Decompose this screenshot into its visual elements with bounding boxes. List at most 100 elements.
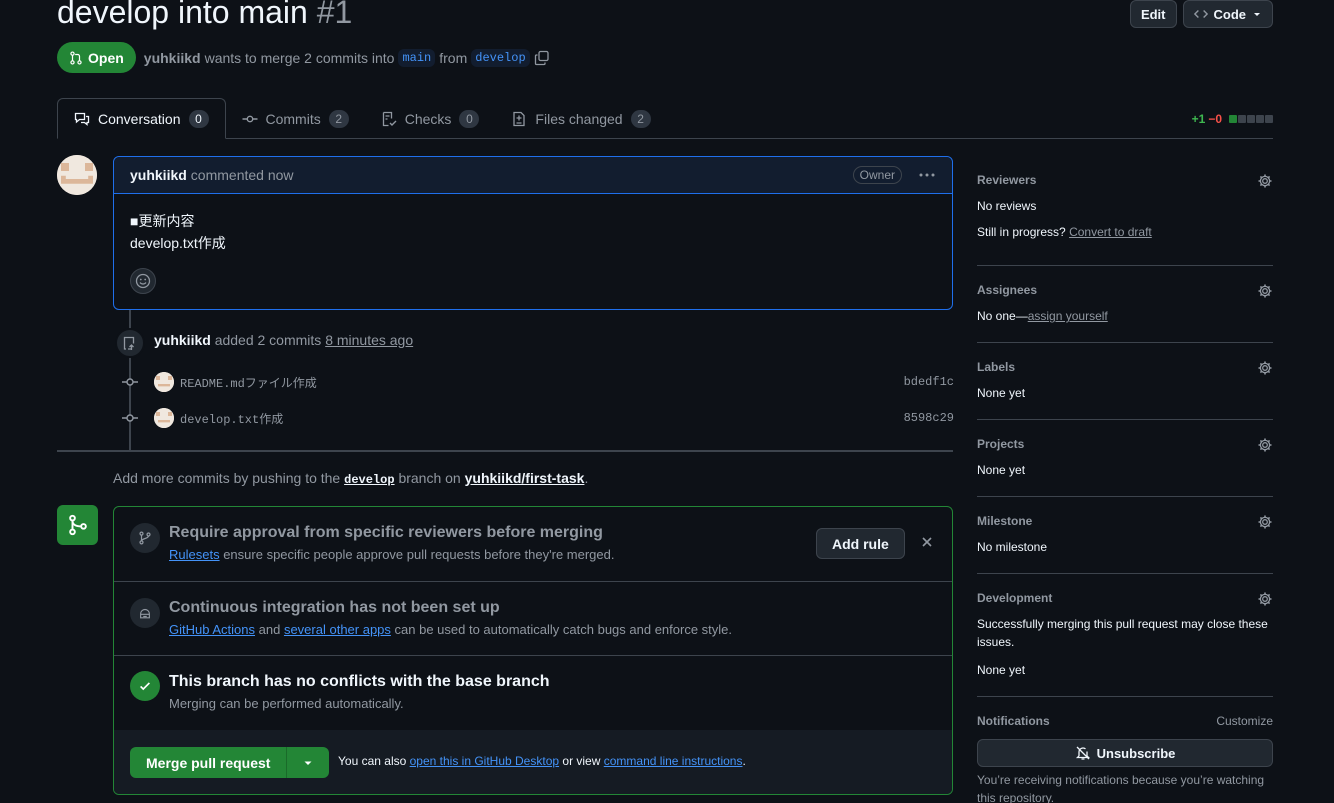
diffstat-additions: +1	[1191, 112, 1206, 126]
diffstat-square	[1247, 115, 1255, 123]
milestone-value: No milestone	[977, 540, 1048, 554]
ci-sub-text: can be used to automatically catch bugs …	[394, 622, 733, 637]
push-note-branch[interactable]: develop	[344, 473, 394, 487]
sidebar-heading[interactable]: Projects	[977, 437, 1024, 451]
github-desktop-link[interactable]: open this in GitHub Desktop	[410, 754, 559, 768]
ci-section: Continuous integration has not been set …	[114, 582, 952, 656]
commit-message[interactable]: develop.txt作成	[180, 410, 283, 427]
assign-yourself-link[interactable]: assign yourself	[1028, 309, 1108, 323]
draft-prefix: Still in progress?	[977, 225, 1066, 239]
customize-link[interactable]: Customize	[1216, 714, 1273, 728]
merge-pull-request-button[interactable]: Merge pull request	[130, 747, 288, 778]
avatar[interactable]	[154, 372, 174, 392]
base-branch[interactable]: main	[398, 48, 436, 67]
add-rule-button[interactable]: Add rule	[816, 528, 905, 559]
commit-sha[interactable]: bdedf1c	[904, 375, 954, 389]
smiley-icon	[135, 273, 151, 289]
comment-action[interactable]: commented now	[191, 167, 294, 183]
event-actor[interactable]: yuhkiikd	[154, 332, 211, 348]
sidebar-development: Development Successfully merging this pu…	[977, 574, 1273, 697]
event-time[interactable]: 8 minutes ago	[325, 332, 413, 348]
tab-checks[interactable]: Checks 0	[365, 98, 496, 139]
commit-row: README.mdファイル作成 bdedf1c	[122, 371, 954, 393]
edit-button[interactable]: Edit	[1129, 0, 1177, 28]
gear-icon[interactable]	[1257, 283, 1273, 299]
commit-sha[interactable]: 8598c29	[904, 411, 954, 425]
conflict-subtitle: Merging can be performed automatically.	[169, 696, 404, 711]
labels-value: None yet	[977, 386, 1026, 400]
push-note-prefix: Add more commits by pushing to the	[113, 470, 341, 486]
check-circle-icon	[130, 671, 160, 701]
code-button[interactable]: Code	[1182, 0, 1273, 28]
diffstat-deletions: −0	[1208, 112, 1222, 126]
bell-slash-icon	[1075, 745, 1091, 761]
close-icon[interactable]	[920, 535, 934, 549]
draft-note: Still in progress? Convert to draft	[977, 223, 1152, 241]
sidebar-heading[interactable]: Reviewers	[977, 173, 1036, 187]
event-action: added 2 commits	[214, 332, 322, 348]
sidebar-heading[interactable]: Labels	[977, 360, 1015, 374]
rulesets-link[interactable]: Rulesets	[169, 547, 220, 562]
diffstat-square	[1256, 115, 1264, 123]
diffstat[interactable]: +1 −0	[1192, 112, 1273, 126]
avatar[interactable]	[57, 155, 97, 195]
gear-icon[interactable]	[1257, 514, 1273, 530]
pr-title-text: develop into main	[57, 0, 308, 30]
github-actions-link[interactable]: GitHub Actions	[169, 622, 255, 637]
git-commit-icon	[122, 374, 138, 390]
diffstat-bar	[1229, 115, 1273, 123]
unsubscribe-button[interactable]: Unsubscribe	[977, 739, 1273, 767]
tab-label: Checks	[404, 110, 452, 127]
git-commit-icon	[242, 111, 258, 127]
ci-title: Continuous integration has not been set …	[169, 599, 500, 616]
merge-alternatives: You can also open this in GitHub Desktop…	[338, 754, 746, 768]
commit-message[interactable]: README.mdファイル作成	[180, 374, 317, 391]
sidebar-heading[interactable]: Assignees	[977, 283, 1037, 297]
comment-body: ■更新内容 develop.txt作成	[114, 194, 952, 270]
alt-mid: or view	[562, 754, 601, 768]
command-line-link[interactable]: command line instructions	[604, 754, 743, 768]
avatar[interactable]	[154, 408, 174, 428]
gear-icon[interactable]	[1257, 437, 1273, 453]
sidebar-heading: Notifications	[977, 714, 1050, 728]
convert-to-draft-link[interactable]: Convert to draft	[1069, 225, 1152, 239]
kebab-menu-icon[interactable]	[918, 167, 936, 183]
page-title: develop into main #1	[57, 0, 352, 31]
chevron-down-icon	[303, 758, 313, 768]
commit-row: develop.txt作成 8598c29	[122, 407, 954, 429]
status-badge-label: Open	[88, 49, 124, 66]
gear-icon[interactable]	[1257, 360, 1273, 376]
notifications-note: You’re receiving notifications because y…	[977, 773, 1265, 803]
development-desc: Successfully merging this pull request m…	[977, 617, 1268, 649]
unsubscribe-label: Unsubscribe	[1096, 745, 1176, 761]
reviewers-value: No reviews	[977, 199, 1037, 213]
sidebar-assignees: Assignees No one—assign yourself	[977, 266, 1273, 343]
author-link[interactable]: yuhkiikd	[144, 50, 201, 66]
sidebar-notifications: Notifications Customize Unsubscribe You’…	[977, 697, 1273, 803]
owner-badge: Owner	[852, 166, 902, 184]
sidebar-heading[interactable]: Milestone	[977, 514, 1032, 528]
ruleset-sub-text: ensure specific people approve pull requ…	[223, 547, 615, 562]
tab-label: Files changed	[535, 110, 623, 127]
tab-files-changed[interactable]: Files changed 2	[495, 98, 666, 139]
other-apps-link[interactable]: several other apps	[284, 622, 391, 637]
tab-commits[interactable]: Commits 2	[226, 98, 365, 139]
add-reaction-button[interactable]	[130, 268, 156, 294]
sidebar-milestone: Milestone No milestone	[977, 497, 1273, 574]
gear-icon[interactable]	[1257, 173, 1273, 189]
gear-icon[interactable]	[1257, 591, 1273, 607]
copy-icon[interactable]	[534, 50, 550, 66]
push-note-suffix: .	[584, 470, 589, 486]
repo-link[interactable]: yuhkiikd/first-task	[465, 470, 585, 486]
comment-author[interactable]: yuhkiikd	[130, 167, 187, 183]
sidebar-projects: Projects None yet	[977, 420, 1273, 497]
sidebar-heading[interactable]: Development	[977, 591, 1052, 605]
pull-request-icon	[69, 50, 83, 65]
pr-state-row: Open yuhkiikd wants to merge 2 commits i…	[57, 42, 550, 73]
head-branch[interactable]: develop	[471, 48, 530, 67]
tab-conversation[interactable]: Conversation 0	[57, 98, 226, 139]
merge-summary-text: wants to merge 2 commits into	[204, 49, 395, 66]
tab-label: Commits	[265, 110, 321, 127]
merge-options-dropdown[interactable]	[287, 747, 330, 778]
status-badge: Open	[57, 42, 136, 73]
